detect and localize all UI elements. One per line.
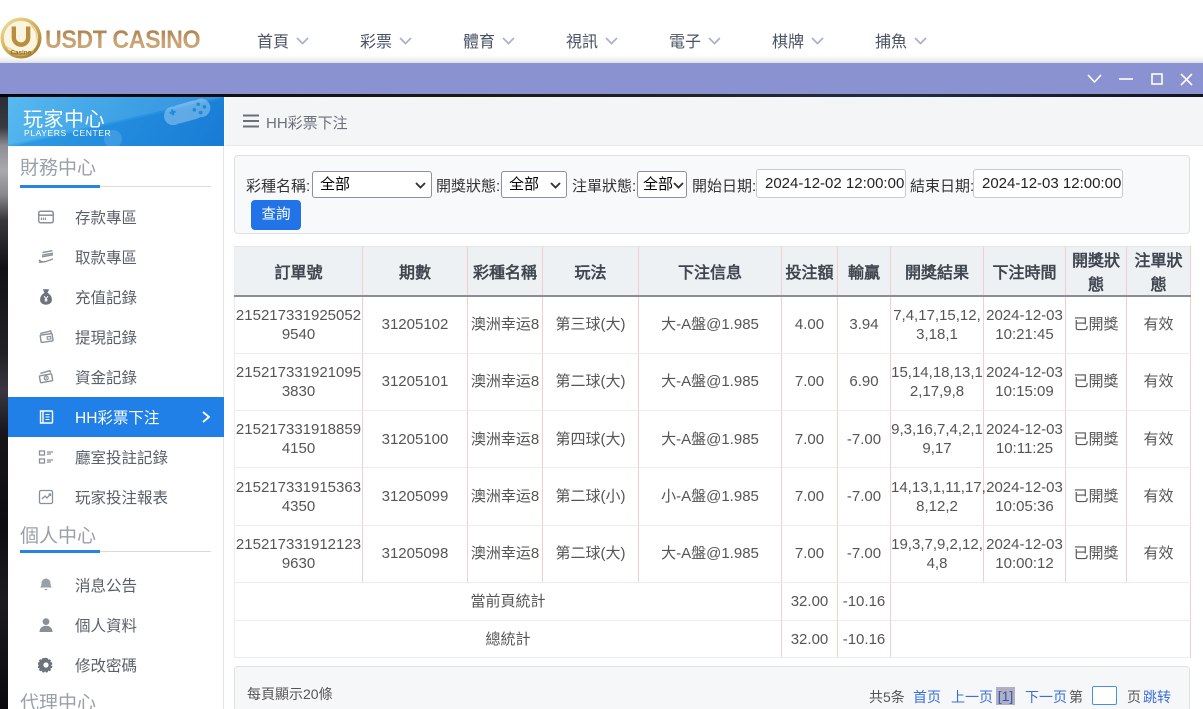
svg-text:Casino: Casino xyxy=(11,50,32,57)
